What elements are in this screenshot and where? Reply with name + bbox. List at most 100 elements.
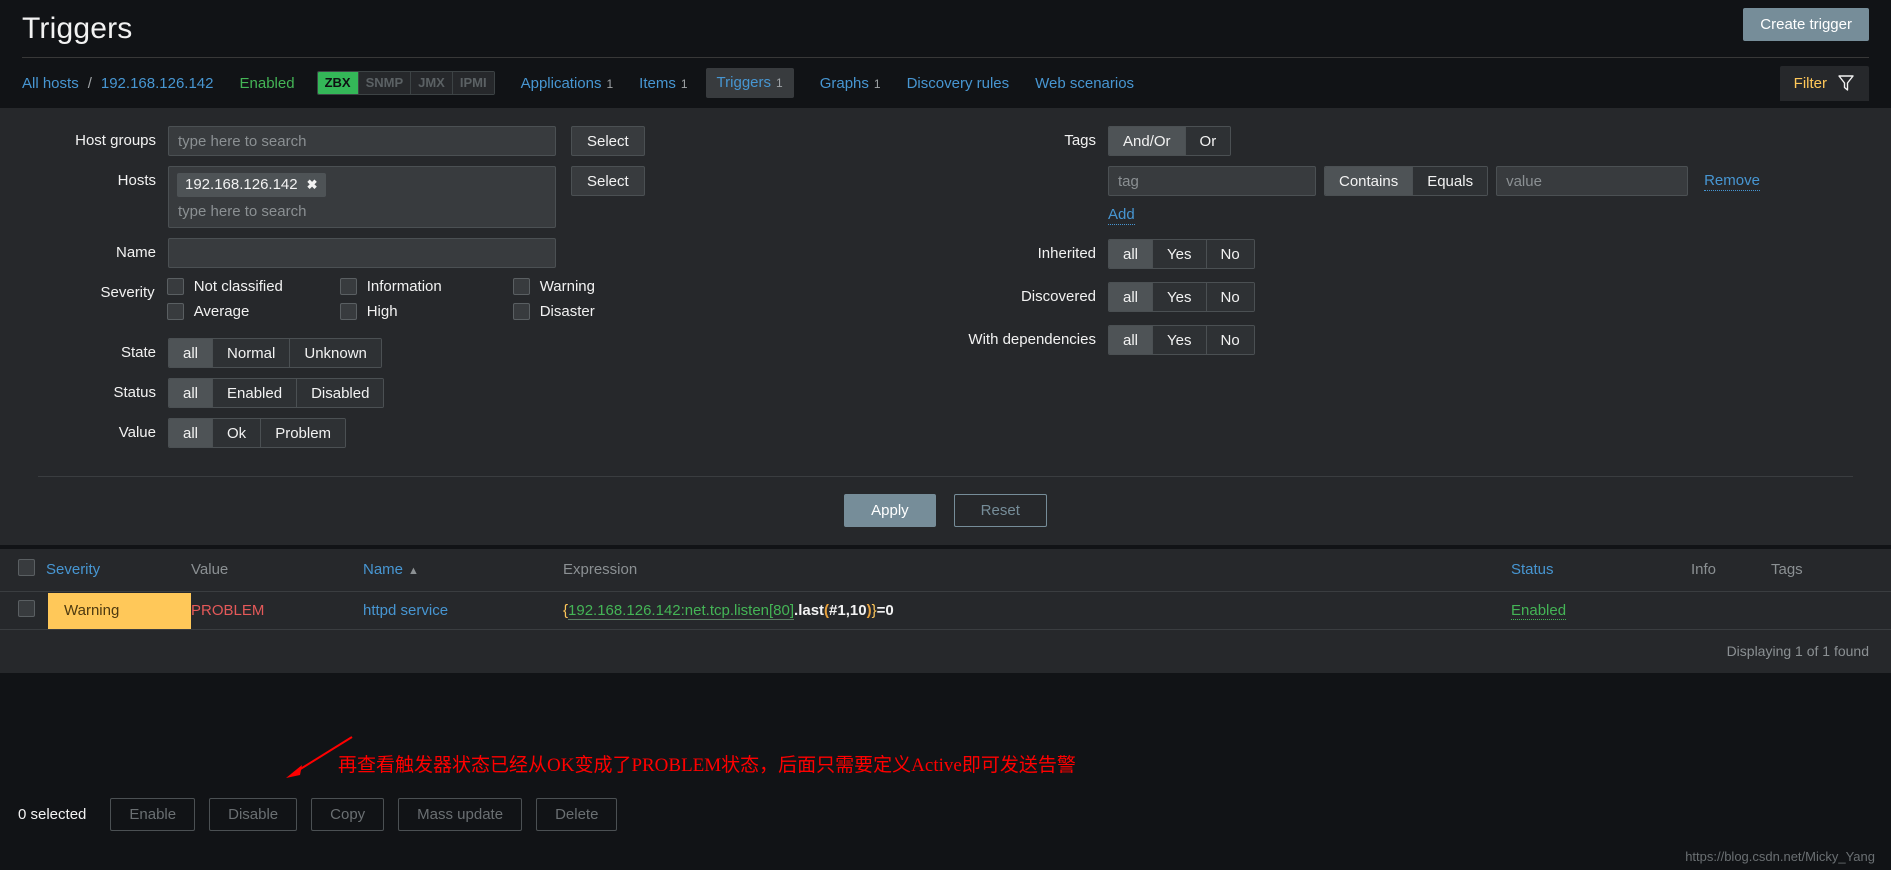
filter-tab[interactable]: Filter <box>1779 66 1869 101</box>
value-label: Value <box>118 424 156 441</box>
nav-link-graphs[interactable]: Graphs <box>820 75 869 92</box>
severity-option-high[interactable]: High <box>339 303 513 320</box>
tag-match-equals[interactable]: Equals <box>1413 167 1488 195</box>
nav-link-triggers[interactable]: Triggers <box>717 74 771 91</box>
host-chip[interactable]: 192.168.126.142 ✖ <box>177 173 326 197</box>
checkbox-high[interactable] <box>339 303 357 320</box>
tags-operator-or[interactable]: Or <box>1185 127 1231 155</box>
checkbox-select-all[interactable] <box>18 559 35 576</box>
nav-link-items[interactable]: Items <box>639 75 676 92</box>
header-name-link[interactable]: Name <box>363 561 403 578</box>
with-dependencies-option-no[interactable]: No <box>1206 326 1254 354</box>
triggers-table-container: Severity Value Name ▲ Expression Status I… <box>0 549 1891 673</box>
host-groups-select-button[interactable]: Select <box>571 126 645 156</box>
state-option-normal[interactable]: Normal <box>213 339 291 367</box>
hosts-multiselect[interactable]: 192.168.126.142 ✖ <box>168 166 556 228</box>
header-severity-link[interactable]: Severity <box>46 561 100 578</box>
checkbox-warning[interactable] <box>512 278 530 295</box>
tag-remove-link[interactable]: Remove <box>1704 172 1760 191</box>
state-segmented-control: all Normal Unknown <box>168 338 382 368</box>
state-option-unknown[interactable]: Unknown <box>290 339 381 367</box>
breadcrumb-host[interactable]: 192.168.126.142 <box>101 75 214 92</box>
results-count: Displaying 1 of 1 found <box>0 630 1891 673</box>
with-dependencies-option-yes[interactable]: Yes <box>1153 326 1207 354</box>
nav-item-triggers[interactable]: Triggers 1 <box>705 68 794 98</box>
checkbox-row-select[interactable] <box>18 600 35 617</box>
discovered-option-no[interactable]: No <box>1206 283 1254 311</box>
discovered-option-all[interactable]: all <box>1109 283 1154 311</box>
trigger-status-enabled-link[interactable]: Enabled <box>1511 602 1567 620</box>
trigger-expression: {192.168.126.142:net.tcp.listen[80].last… <box>563 602 894 620</box>
tag-name-input[interactable] <box>1108 166 1316 196</box>
discovered-option-yes[interactable]: Yes <box>1153 283 1207 311</box>
value-segmented-control: all Ok Problem <box>168 418 347 448</box>
inherited-option-no[interactable]: No <box>1206 240 1254 268</box>
filter-row-hosts: Hosts 192.168.126.142 ✖ Select <box>38 166 760 228</box>
name-input[interactable] <box>168 238 556 268</box>
value-option-ok[interactable]: Ok <box>213 419 262 447</box>
severity-option-information[interactable]: Information <box>339 278 513 295</box>
with-dependencies-option-all[interactable]: all <box>1109 326 1154 354</box>
header-status-link[interactable]: Status <box>1511 561 1554 578</box>
header-select-all-cell <box>0 549 46 592</box>
nav-item-web-scenarios[interactable]: Web scenarios <box>1035 75 1134 92</box>
state-option-all[interactable]: all <box>169 339 214 367</box>
trigger-name-link[interactable]: httpd service <box>363 602 448 619</box>
table-row[interactable]: Warning PROBLEM httpd service {192.168.1… <box>0 591 1891 630</box>
nav-item-discovery-rules[interactable]: Discovery rules <box>907 75 1010 92</box>
severity-option-disaster[interactable]: Disaster <box>512 303 686 320</box>
disable-button[interactable]: Disable <box>209 797 298 831</box>
inherited-option-yes[interactable]: Yes <box>1153 240 1207 268</box>
interface-badge-ipmi[interactable]: IPMI <box>452 71 494 95</box>
interface-badge-zbx[interactable]: ZBX <box>317 71 359 95</box>
nav-link-applications[interactable]: Applications <box>521 75 602 92</box>
host-status-enabled[interactable]: Enabled <box>240 75 295 92</box>
expression-item-link[interactable]: 192.168.126.142:net.tcp.listen[80] <box>568 602 795 620</box>
delete-button[interactable]: Delete <box>536 797 618 831</box>
sort-arrow-icon: ▲ <box>408 565 419 577</box>
copy-button[interactable]: Copy <box>311 797 385 831</box>
filter-row-state: State all Normal Unknown <box>38 338 760 368</box>
hosts-search-input[interactable] <box>177 197 547 223</box>
interface-badge-snmp[interactable]: SNMP <box>358 71 412 95</box>
nav-link-discovery-rules[interactable]: Discovery rules <box>907 75 1010 92</box>
expression-args: #1,10 <box>829 602 867 619</box>
tags-operator-control: And/Or Or <box>1108 126 1232 156</box>
value-option-all[interactable]: all <box>169 419 214 447</box>
tag-add-link[interactable]: Add <box>1108 206 1135 225</box>
hosts-select-button[interactable]: Select <box>571 166 645 196</box>
tag-entry-spacer <box>760 166 1096 172</box>
status-option-enabled[interactable]: Enabled <box>213 379 298 407</box>
mass-update-button[interactable]: Mass update <box>398 797 523 831</box>
header-info: Info <box>1691 549 1771 592</box>
checkbox-average[interactable] <box>166 303 184 320</box>
breadcrumb-all-hosts[interactable]: All hosts <box>22 75 79 92</box>
tag-match-contains[interactable]: Contains <box>1325 167 1414 195</box>
severity-option-warning[interactable]: Warning <box>512 278 686 295</box>
checkbox-disaster[interactable] <box>512 303 530 320</box>
nav-link-web-scenarios[interactable]: Web scenarios <box>1035 75 1134 92</box>
header-name: Name ▲ <box>363 549 563 592</box>
create-trigger-button[interactable]: Create trigger <box>1743 8 1869 41</box>
nav-item-items[interactable]: Items 1 <box>639 75 687 92</box>
checkbox-not-classified[interactable] <box>166 278 184 295</box>
host-groups-input[interactable] <box>168 126 556 156</box>
nav-item-graphs[interactable]: Graphs 1 <box>820 75 881 92</box>
apply-button[interactable]: Apply <box>844 494 936 527</box>
status-option-all[interactable]: all <box>169 379 214 407</box>
state-label: State <box>120 344 156 361</box>
nav-item-applications[interactable]: Applications 1 <box>521 75 614 92</box>
severity-option-average[interactable]: Average <box>166 303 340 320</box>
reset-button[interactable]: Reset <box>953 494 1047 527</box>
status-option-disabled[interactable]: Disabled <box>297 379 384 407</box>
tag-value-input[interactable] <box>1496 166 1689 196</box>
inherited-option-all[interactable]: all <box>1109 240 1154 268</box>
tag-condition-row: Contains Equals Remove <box>1108 166 1760 196</box>
severity-option-not-classified[interactable]: Not classified <box>166 278 340 295</box>
tags-operator-andor[interactable]: And/Or <box>1109 127 1186 155</box>
interface-badge-jmx[interactable]: JMX <box>411 71 453 95</box>
checkbox-information[interactable] <box>339 278 357 295</box>
enable-button[interactable]: Enable <box>110 797 196 831</box>
close-icon[interactable]: ✖ <box>307 177 318 193</box>
value-option-problem[interactable]: Problem <box>261 419 346 447</box>
